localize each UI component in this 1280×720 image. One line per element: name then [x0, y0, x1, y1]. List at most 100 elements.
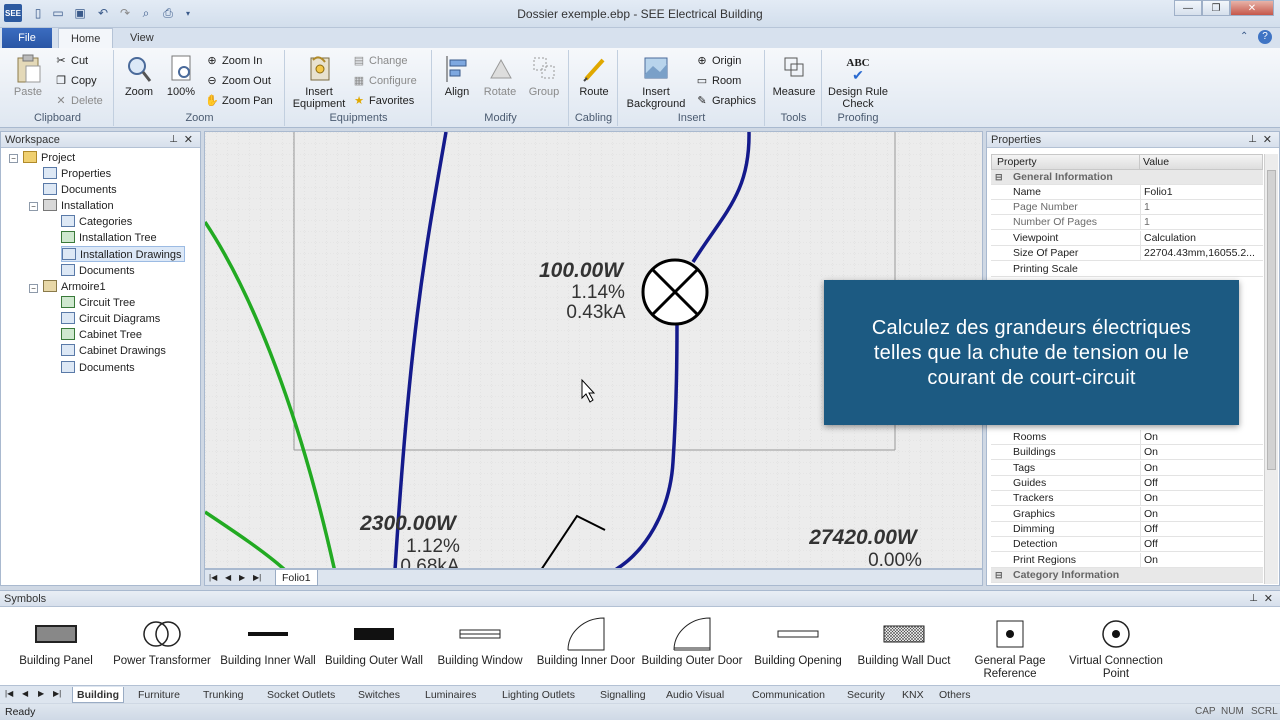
- tab-view[interactable]: View: [118, 28, 166, 48]
- tree-item-circuit-diagrams[interactable]: Circuit Diagrams: [61, 311, 160, 327]
- property-value[interactable]: On: [1140, 553, 1262, 568]
- property-row[interactable]: Number Of Pages 1: [991, 215, 1263, 230]
- symtab-building[interactable]: Building: [72, 687, 124, 703]
- property-row[interactable]: Graphics On: [991, 507, 1263, 522]
- next-tab-icon[interactable]: ▶: [38, 689, 44, 698]
- symbol-general-page-reference[interactable]: General Page Reference: [957, 617, 1063, 681]
- pin-icon[interactable]: ⊥: [1248, 132, 1257, 148]
- property-row[interactable]: Size Of Paper 22704.43mm,16055.2...: [991, 246, 1263, 261]
- property-row[interactable]: Viewpoint Calculation: [991, 231, 1263, 246]
- symtab-furniture[interactable]: Furniture: [134, 687, 184, 703]
- property-row[interactable]: Tags On: [991, 461, 1263, 476]
- rotate-button[interactable]: Rotate: [479, 54, 521, 98]
- insert-background-button[interactable]: Insert Background: [621, 54, 691, 110]
- close-icon[interactable]: ✕: [1263, 132, 1272, 148]
- symbol-building-opening[interactable]: Building Opening: [745, 617, 851, 668]
- property-value[interactable]: On: [1140, 507, 1262, 522]
- pin-icon[interactable]: ⊥: [169, 132, 178, 148]
- tree-item-installation-drawings[interactable]: Installation Drawings: [61, 246, 185, 262]
- property-value[interactable]: Off: [1140, 476, 1262, 491]
- prev-tab-icon[interactable]: ◀: [22, 689, 28, 698]
- symtab-others[interactable]: Others: [935, 687, 975, 703]
- tree-item-categories[interactable]: Categories: [61, 214, 132, 230]
- scrollbar-thumb[interactable]: [1267, 170, 1276, 470]
- origin-button[interactable]: ⊕ Origin: [695, 52, 741, 70]
- tree-item-installation-documents[interactable]: Documents: [61, 263, 135, 279]
- symtab-lighting-outlets[interactable]: Lighting Outlets: [498, 687, 579, 703]
- symtab-audio-visual[interactable]: Audio Visual: [662, 687, 728, 703]
- tab-folio1[interactable]: Folio1: [275, 570, 318, 586]
- category-general[interactable]: ⊟ General Information: [991, 170, 1263, 185]
- room-button[interactable]: ▭ Room: [695, 72, 742, 90]
- category-category-info[interactable]: ⊟ Category Information: [991, 568, 1263, 583]
- next-page-icon[interactable]: ▶: [239, 573, 245, 582]
- property-value[interactable]: Off: [1140, 522, 1262, 537]
- tree-item-installation[interactable]: Installation: [43, 198, 114, 214]
- symbol-building-window[interactable]: Building Window: [427, 617, 533, 668]
- tab-file[interactable]: File: [2, 28, 52, 48]
- tab-home[interactable]: Home: [58, 28, 114, 48]
- symtab-trunking[interactable]: Trunking: [199, 687, 247, 703]
- symbol-building-inner-wall[interactable]: Building Inner Wall: [215, 617, 321, 668]
- symbol-building-wall-duct[interactable]: Building Wall Duct: [851, 617, 957, 668]
- symtab-switches[interactable]: Switches: [354, 687, 404, 703]
- properties-scrollbar[interactable]: [1264, 154, 1278, 584]
- close-button[interactable]: ✕: [1230, 0, 1274, 16]
- collapse-icon[interactable]: −: [9, 154, 18, 163]
- property-row[interactable]: Dimming Off: [991, 522, 1263, 537]
- property-value[interactable]: On: [1140, 461, 1262, 476]
- collapse-icon[interactable]: −: [29, 284, 38, 293]
- copy-button[interactable]: ❐ Copy: [54, 72, 97, 90]
- property-value[interactable]: 22704.43mm,16055.2...: [1140, 246, 1262, 261]
- property-value[interactable]: On: [1140, 430, 1262, 445]
- close-icon[interactable]: ✕: [184, 132, 193, 148]
- insert-equipment-button[interactable]: Insert Equipment: [288, 54, 350, 110]
- collapse-icon[interactable]: ⊟: [995, 568, 1003, 583]
- property-row[interactable]: Print Regions On: [991, 553, 1263, 568]
- property-value[interactable]: Calculation: [1140, 231, 1262, 246]
- property-row[interactable]: Rooms On: [991, 430, 1263, 445]
- symbol-building-outer-wall[interactable]: Building Outer Wall: [321, 617, 427, 668]
- graphics-button[interactable]: ✎ Graphics: [695, 92, 756, 110]
- symtab-security[interactable]: Security: [843, 687, 889, 703]
- tree-item-installation-tree[interactable]: Installation Tree: [61, 230, 157, 246]
- first-tab-icon[interactable]: |◀: [5, 689, 13, 698]
- configure-button[interactable]: ▦ Configure: [352, 72, 417, 90]
- property-value[interactable]: On: [1140, 491, 1262, 506]
- property-row[interactable]: Page Number 1: [991, 200, 1263, 215]
- route-button[interactable]: Route: [572, 54, 616, 98]
- symtab-luminaires[interactable]: Luminaires: [421, 687, 480, 703]
- symbol-virtual-connection-point[interactable]: Virtual Connection Point: [1063, 617, 1169, 681]
- property-row[interactable]: Trackers On: [991, 491, 1263, 506]
- property-value[interactable]: On: [1140, 445, 1262, 460]
- property-column-header[interactable]: Property: [997, 155, 1037, 169]
- symbol-building-panel[interactable]: Building Panel: [3, 617, 109, 668]
- zoom-button[interactable]: Zoom: [119, 54, 159, 98]
- help-icon[interactable]: ?: [1258, 30, 1272, 44]
- zoom-out-button[interactable]: ⊖ Zoom Out: [205, 72, 271, 90]
- tree-item-properties[interactable]: Properties: [43, 166, 111, 182]
- symbol-building-outer-door[interactable]: Building Outer Door: [639, 617, 745, 668]
- value-column-header[interactable]: Value: [1139, 155, 1169, 169]
- zoom-pan-button[interactable]: ✋ Zoom Pan: [205, 92, 273, 110]
- lamp-symbol[interactable]: [641, 258, 709, 326]
- tree-item-cabinet-drawings[interactable]: Cabinet Drawings: [61, 343, 166, 359]
- minimize-button[interactable]: —: [1174, 0, 1202, 16]
- symtab-communication[interactable]: Communication: [748, 687, 829, 703]
- last-page-icon[interactable]: ▶|: [253, 573, 261, 582]
- zoom-100-button[interactable]: 100%: [161, 54, 201, 98]
- first-page-icon[interactable]: |◀: [209, 573, 217, 582]
- symbol-power-transformer[interactable]: Power Transformer: [109, 617, 215, 668]
- ribbon-minimize-icon[interactable]: ⌃: [1240, 31, 1248, 42]
- property-row[interactable]: Name Folio1: [991, 185, 1263, 200]
- property-row[interactable]: Buildings On: [991, 445, 1263, 460]
- tree-item-armoire1[interactable]: Armoire1: [43, 279, 106, 295]
- favorites-button[interactable]: ★ Favorites: [352, 92, 414, 110]
- change-button[interactable]: ▤ Change: [352, 52, 408, 70]
- property-row[interactable]: Detection Off: [991, 537, 1263, 552]
- tree-item-circuit-tree[interactable]: Circuit Tree: [61, 295, 135, 311]
- symtab-socket-outlets[interactable]: Socket Outlets: [263, 687, 339, 703]
- group-button[interactable]: Group: [523, 54, 565, 98]
- design-rule-check-button[interactable]: ABC ✔ Design Rule Check: [825, 54, 891, 110]
- measure-button[interactable]: Measure: [768, 54, 820, 98]
